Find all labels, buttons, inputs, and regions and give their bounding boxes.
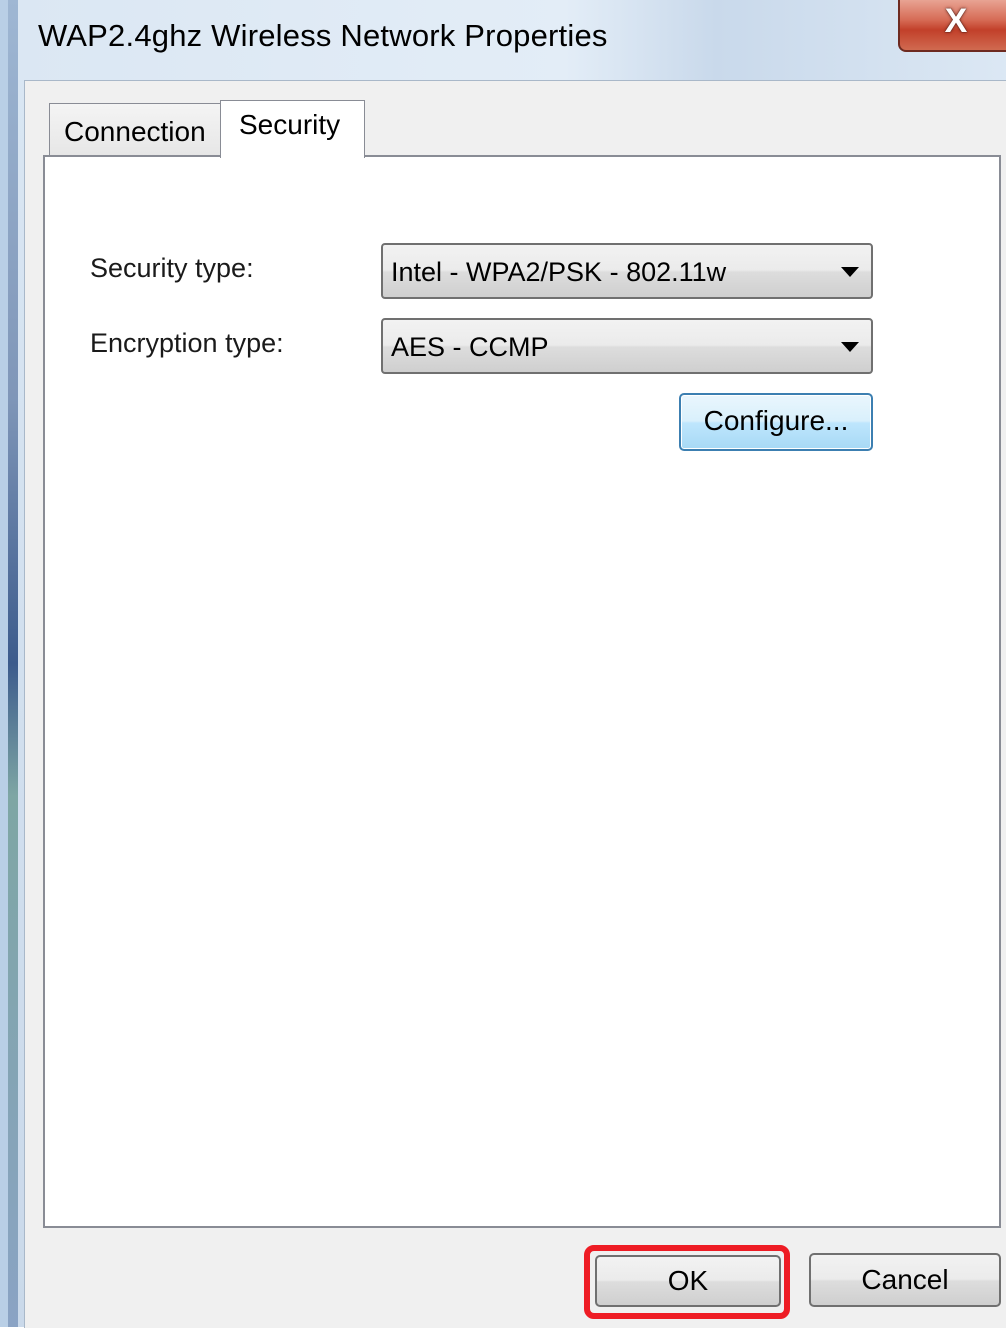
security-type-value: Intel - WPA2/PSK - 802.11w: [391, 257, 727, 287]
close-button[interactable]: X: [898, 0, 1006, 52]
chevron-down-icon: [841, 342, 859, 352]
security-type-select[interactable]: Intel - WPA2/PSK - 802.11w: [381, 243, 873, 299]
cancel-button-label: Cancel: [861, 1264, 949, 1295]
configure-button-label: Configure...: [703, 405, 849, 436]
dialog-client-area: Connection Security Security type: Intel…: [24, 80, 1006, 1328]
close-icon: X: [944, 2, 968, 40]
dialog-window: WAP2.4ghz Wireless Network Properties X …: [0, 0, 1006, 1328]
window-left-edge: [8, 0, 18, 1327]
encryption-type-value: AES - CCMP: [391, 332, 549, 362]
encryption-type-select[interactable]: AES - CCMP: [381, 318, 873, 374]
window-title: WAP2.4ghz Wireless Network Properties: [38, 18, 608, 53]
security-tab-panel: Security type: Intel - WPA2/PSK - 802.11…: [43, 155, 1001, 1228]
configure-button[interactable]: Configure...: [679, 393, 873, 451]
cancel-button[interactable]: Cancel: [809, 1253, 1001, 1307]
tab-connection[interactable]: Connection: [49, 103, 221, 157]
tab-security-label: Security: [239, 109, 341, 140]
tab-security[interactable]: Security: [220, 100, 365, 158]
encryption-type-label: Encryption type:: [90, 328, 284, 358]
title-bar[interactable]: WAP2.4ghz Wireless Network Properties: [18, 0, 1006, 80]
tab-connection-label: Connection: [64, 116, 206, 147]
ok-highlight-annotation: [584, 1245, 790, 1319]
chevron-down-icon: [841, 267, 859, 277]
security-type-label: Security type:: [90, 253, 254, 283]
